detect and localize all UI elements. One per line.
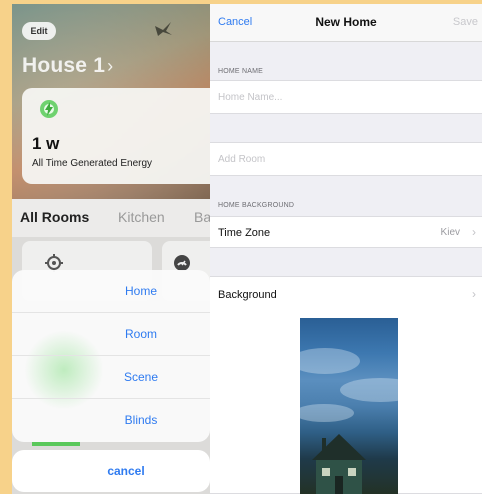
- background-preview-image[interactable]: [300, 318, 398, 494]
- time-zone-value: Kiev: [440, 227, 460, 238]
- home-dashboard-panel: Edit House 1 › 1 w All Time Generated Ene…: [12, 4, 210, 494]
- action-home[interactable]: Home: [12, 270, 210, 313]
- bird-icon: [155, 22, 172, 36]
- tab-kitchen[interactable]: Kitchen: [118, 209, 165, 225]
- energy-label: All Time Generated Energy: [32, 158, 153, 169]
- cloud-shape: [300, 404, 354, 422]
- energy-value: 1 w: [32, 134, 60, 153]
- chevron-right-icon: ›: [472, 287, 476, 301]
- time-zone-label: Time Zone: [218, 227, 271, 239]
- energy-card[interactable]: 1 w All Time Generated Energy: [22, 88, 210, 184]
- chevron-right-icon: ›: [472, 225, 476, 239]
- green-indicator-strip: [32, 442, 80, 446]
- cloud-shape: [340, 378, 398, 402]
- cloud-shape: [300, 348, 360, 374]
- house-illustration: [312, 434, 366, 494]
- section-header-home-name: HOME NAME: [218, 68, 263, 75]
- add-room-label: Add Room: [218, 154, 266, 165]
- home-name-placeholder: Home Name...: [218, 92, 283, 103]
- edit-button[interactable]: Edit: [22, 22, 56, 40]
- action-room[interactable]: Room: [12, 313, 210, 356]
- action-scene[interactable]: Scene: [12, 356, 210, 399]
- add-action-sheet: Home Room Scene Blinds: [12, 270, 210, 442]
- rooms-tab-bar: All Rooms Kitchen Ba: [12, 199, 210, 237]
- nav-save-button[interactable]: Save: [453, 16, 478, 28]
- tab-third-room[interactable]: Ba: [194, 209, 210, 225]
- house-title[interactable]: House 1 ›: [22, 54, 113, 78]
- new-home-form-panel: Cancel New Home Save HOME NAME Home Name…: [210, 4, 482, 494]
- action-blinds[interactable]: Blinds: [12, 399, 210, 442]
- house-title-text: House 1: [22, 54, 106, 77]
- time-zone-cell[interactable]: Time Zone Kiev ›: [210, 216, 482, 248]
- nav-title: New Home: [315, 15, 377, 29]
- chevron-right-icon: ›: [107, 56, 114, 76]
- tab-all-rooms[interactable]: All Rooms: [20, 209, 89, 225]
- section-header-home-background: HOME BACKGROUND: [218, 202, 295, 209]
- home-name-field[interactable]: Home Name...: [210, 80, 482, 114]
- action-sheet-cancel-button[interactable]: cancel: [12, 450, 210, 492]
- navigation-bar: Cancel New Home Save: [210, 4, 482, 42]
- background-label: Background: [218, 289, 277, 301]
- screen: Edit House 1 › 1 w All Time Generated Ene…: [0, 0, 482, 494]
- add-room-cell[interactable]: Add Room: [210, 142, 482, 176]
- bolt-icon: [40, 100, 58, 118]
